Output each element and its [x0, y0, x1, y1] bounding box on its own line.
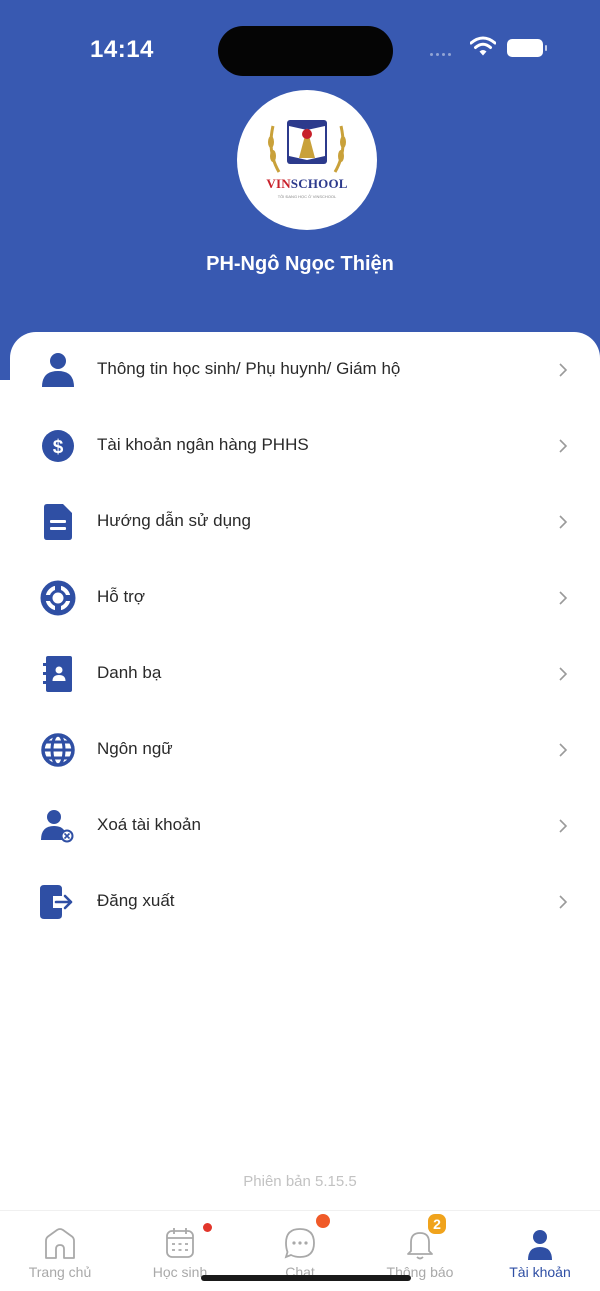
svg-text:$: $: [53, 437, 64, 458]
school-logo-tagline: TÔI ĐANG HỌC Ở VINSCHOOL: [277, 194, 337, 199]
account-menu-sheet: Thông tin học sinh/ Phụ huynh/ Giám hộ $…: [10, 332, 600, 1212]
tab-account[interactable]: Tài khoản: [480, 1211, 600, 1291]
battery-icon: [507, 39, 547, 57]
account-icon: [528, 1230, 552, 1260]
tab-label: Trang chủ: [28, 1264, 92, 1280]
home-indicator: [201, 1275, 411, 1281]
home-icon: [45, 1228, 75, 1259]
chevron-right-icon: [559, 591, 568, 605]
signal-icon: [430, 53, 460, 57]
status-time: 14:14: [90, 36, 154, 63]
user-name: PH-Ngô Ngọc Thiện: [206, 253, 394, 275]
notification-count-badge: 2: [428, 1214, 446, 1234]
chevron-right-icon: [559, 667, 568, 681]
chevron-right-icon: [559, 439, 568, 453]
menu-item-delete-account[interactable]: Xoá tài khoản: [10, 788, 600, 864]
menu-item-logout[interactable]: Đăng xuất: [10, 864, 600, 940]
contact-book-icon: [40, 656, 76, 692]
chevron-right-icon: [559, 515, 568, 529]
school-logo: VINSCHOOL TÔI ĐANG HỌC Ở VINSCHOOL: [237, 90, 377, 230]
menu-item-label: Thông tin học sinh/ Phụ huynh/ Giám hộ: [97, 359, 401, 378]
menu-item-support[interactable]: Hỗ trợ: [10, 560, 600, 636]
menu-item-language[interactable]: Ngôn ngữ: [10, 712, 600, 788]
menu-item-label: Đăng xuất: [97, 891, 175, 910]
notification-dot: [316, 1214, 330, 1228]
app-version: Phiên bản 5.15.5: [243, 1173, 357, 1190]
document-icon: [40, 504, 76, 540]
logout-icon: [40, 884, 76, 920]
wifi-icon: [470, 36, 496, 56]
menu-item-label: Danh bạ: [97, 663, 162, 682]
menu-item-label: Hướng dẫn sử dụng: [97, 511, 251, 530]
profile-header: 14:14 VINSCHOOL TÔI ĐANG HỌC Ở VINSCHOOL…: [0, 0, 600, 380]
menu-item-label: Ngôn ngữ: [97, 739, 173, 758]
menu-item-bank-account[interactable]: $ Tài khoản ngân hàng PHHS: [10, 408, 600, 484]
chevron-right-icon: [559, 363, 568, 377]
chevron-right-icon: [559, 743, 568, 757]
menu-item-contacts[interactable]: Danh bạ: [10, 636, 600, 712]
dollar-circle-icon: $: [40, 428, 76, 464]
menu-item-label: Hỗ trợ: [97, 587, 145, 606]
person-icon: [40, 352, 76, 388]
chevron-right-icon: [559, 819, 568, 833]
globe-icon: [40, 732, 76, 768]
lifebuoy-icon: [40, 580, 76, 616]
tab-home[interactable]: Trang chủ: [0, 1211, 120, 1291]
dynamic-island: [218, 26, 393, 76]
menu-item-label: Xoá tài khoản: [97, 815, 201, 834]
menu-item-student-parent-info[interactable]: Thông tin học sinh/ Phụ huynh/ Giám hộ: [10, 332, 600, 408]
chevron-right-icon: [559, 895, 568, 909]
calendar-icon: [166, 1228, 194, 1258]
person-remove-icon: [40, 808, 76, 844]
notification-dot: [203, 1223, 212, 1232]
menu-item-label: Tài khoản ngân hàng PHHS: [97, 435, 309, 454]
menu-item-user-guide[interactable]: Hướng dẫn sử dụng: [10, 484, 600, 560]
school-logo-text: VINSCHOOL: [266, 176, 348, 191]
school-emblem-icon: [268, 120, 346, 173]
chat-icon: [284, 1228, 315, 1259]
tab-label: Tài khoản: [509, 1264, 571, 1280]
status-bar: 14:14: [0, 0, 600, 90]
